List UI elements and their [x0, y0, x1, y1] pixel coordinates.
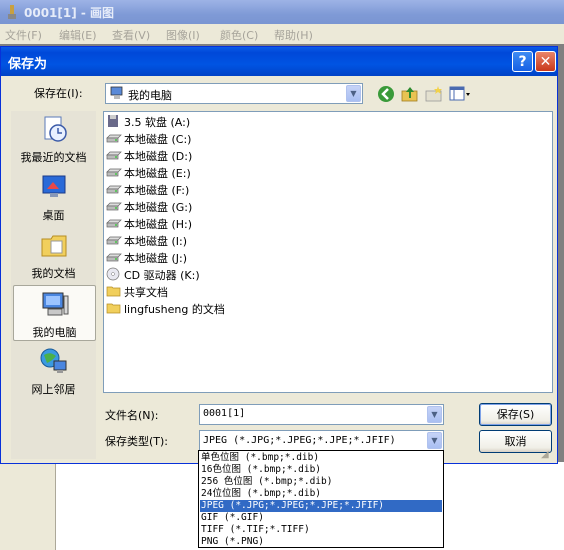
- hard-drive-icon: [106, 219, 122, 228]
- app-title-bar: 0001[1] - 画图: [0, 0, 564, 24]
- place-label: 我的文档: [31, 267, 76, 280]
- place-network[interactable]: 网上邻居: [13, 343, 94, 397]
- up-folder-icon[interactable]: [401, 85, 419, 103]
- place-label: 网上邻居: [31, 383, 76, 396]
- place-desktop[interactable]: 桌面: [13, 169, 94, 223]
- app-title: 0001[1] - 画图: [24, 6, 115, 20]
- places-bar: 我最近的文档 桌面 我的文档 我的电脑 网上邻居: [11, 111, 96, 459]
- dialog-title-bar[interactable]: 保存为 ? ✕: [1, 47, 557, 76]
- hard-drive-icon: [106, 151, 122, 160]
- back-icon[interactable]: [377, 85, 395, 103]
- filename-value: 0001[1]: [203, 408, 246, 419]
- filetype-option[interactable]: 单色位图 (*.bmp;*.dib): [200, 452, 442, 464]
- hard-drive-icon: [106, 185, 122, 194]
- file-list[interactable]: 3.5 软盘 (A:) 本地磁盘 (C:) 本地磁盘 (D:) 本地磁盘 (E:…: [103, 111, 553, 393]
- hard-drive-icon: [106, 253, 122, 262]
- folder-icon: [106, 286, 121, 297]
- save-as-dialog: 保存为 ? ✕ 保存在(I): 我的电脑 ▼ 我最近的文档 桌面 我的文档 我的…: [0, 46, 558, 464]
- hard-drive-icon: [106, 134, 122, 143]
- save-in-label: 保存在(I):: [34, 87, 83, 100]
- filetype-option[interactable]: 16色位图 (*.bmp;*.dib): [200, 464, 442, 476]
- menu-edit[interactable]: 编辑(E): [59, 27, 97, 43]
- menu-view[interactable]: 查看(V): [112, 27, 150, 43]
- place-recent-documents[interactable]: 我最近的文档: [13, 111, 94, 165]
- folder-icon: [106, 303, 121, 314]
- new-folder-icon[interactable]: [425, 85, 443, 103]
- paint-toolbox: [0, 462, 56, 550]
- filetype-select[interactable]: JPEG (*.JPG;*.JPEG;*.JPE;*.JFIF) ▼: [199, 430, 444, 451]
- filetype-dropdown-list: 单色位图 (*.bmp;*.dib) 16色位图 (*.bmp;*.dib) 2…: [198, 450, 444, 548]
- chevron-down-icon[interactable]: ▼: [427, 406, 442, 423]
- floppy-drive-icon: [108, 115, 118, 127]
- menu-bar: 文件(F) 编辑(E) 查看(V) 图像(I) 颜色(C) 帮助(H): [0, 24, 564, 44]
- menu-colors[interactable]: 颜色(C): [220, 27, 258, 43]
- hard-drive-icon: [106, 202, 122, 211]
- place-label: 我最近的文档: [20, 151, 87, 164]
- filetype-label: 保存类型(T):: [105, 435, 169, 448]
- paint-app-icon: [8, 5, 16, 19]
- place-my-documents[interactable]: 我的文档: [13, 227, 94, 281]
- chevron-down-icon[interactable]: ▼: [427, 432, 442, 449]
- save-in-combo[interactable]: 我的电脑 ▼: [105, 83, 363, 104]
- filetype-option[interactable]: PNG (*.PNG): [200, 536, 442, 548]
- filetype-value: JPEG (*.JPG;*.JPEG;*.JPE;*.JFIF): [203, 435, 396, 446]
- resize-grip-icon[interactable]: ◢: [541, 449, 555, 463]
- filetype-option[interactable]: TIFF (*.TIF;*.TIFF): [200, 524, 442, 536]
- filetype-option-selected[interactable]: JPEG (*.JPG;*.JPEG;*.JPE;*.JFIF): [200, 500, 442, 512]
- recent-documents-icon: [44, 116, 67, 142]
- my-documents-icon: [41, 235, 67, 257]
- place-label: 我的电脑: [32, 326, 77, 339]
- place-label: 桌面: [42, 209, 65, 222]
- save-in-value: 我的电脑: [128, 89, 172, 102]
- filetype-option[interactable]: GIF (*.GIF): [200, 512, 442, 524]
- filetype-option[interactable]: 24位位图 (*.bmp;*.dib): [200, 488, 442, 500]
- cd-drive-icon: [106, 267, 120, 281]
- my-computer-small-icon: [110, 86, 123, 99]
- view-menu-icon[interactable]: [449, 85, 471, 103]
- menu-image[interactable]: 图像(I): [166, 27, 200, 43]
- help-button[interactable]: ?: [512, 51, 533, 72]
- desktop-icon: [42, 175, 66, 197]
- hard-drive-icon: [106, 236, 122, 245]
- chevron-down-icon[interactable]: ▼: [346, 85, 361, 102]
- filetype-option[interactable]: 256 色位图 (*.bmp;*.dib): [200, 476, 442, 488]
- save-button[interactable]: 保存(S): [479, 403, 552, 426]
- my-computer-icon: [42, 292, 69, 316]
- hard-drive-icon: [106, 168, 122, 177]
- filename-label: 文件名(N):: [105, 409, 159, 422]
- close-button[interactable]: ✕: [535, 51, 556, 72]
- menu-file[interactable]: 文件(F): [5, 27, 42, 43]
- network-places-icon: [40, 348, 67, 373]
- filename-input[interactable]: 0001[1] ▼: [199, 404, 444, 425]
- menu-help[interactable]: 帮助(H): [274, 27, 313, 43]
- place-my-computer[interactable]: 我的电脑: [13, 285, 96, 341]
- dialog-title: 保存为: [8, 57, 48, 72]
